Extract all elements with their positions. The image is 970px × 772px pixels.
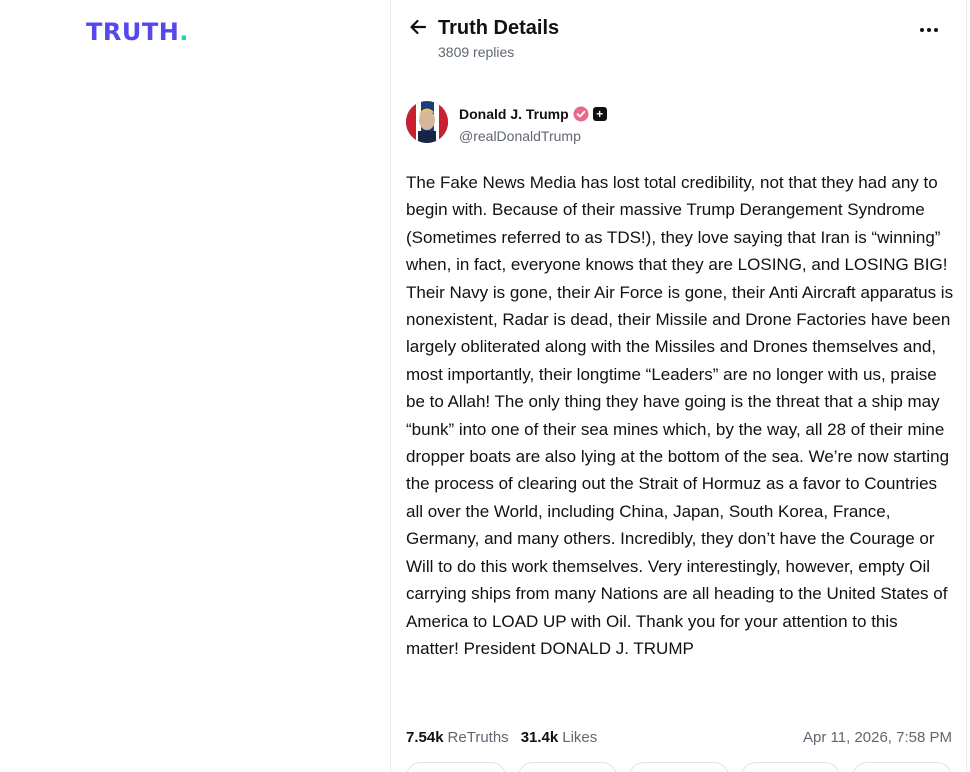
share-button[interactable] (740, 762, 841, 772)
retruths-label[interactable]: ReTruths (448, 729, 509, 746)
post-author: Donald J. Trump + @realDonaldTrump (406, 101, 706, 145)
like-button[interactable] (629, 762, 729, 772)
column-divider-right (966, 0, 967, 772)
reply-button[interactable] (406, 762, 506, 772)
ellipsis-dot (934, 28, 938, 32)
likes-label[interactable]: Likes (562, 729, 597, 746)
left-sidebar: TRUTH. (0, 0, 390, 772)
post-text: The Fake News Media has lost total credi… (406, 173, 954, 658)
logo-text: TRUTH (86, 18, 180, 46)
more-actions-button[interactable] (852, 762, 952, 772)
page-header: Truth Details 3809 replies (391, 0, 966, 80)
ellipsis-horizontal-icon (920, 28, 924, 32)
replies-count: 3809 replies (438, 44, 515, 60)
truth-details-panel: Truth Details 3809 replies Donald J. Tru… (391, 0, 966, 772)
plus-badge-icon: + (592, 107, 607, 121)
ellipsis-dot (927, 28, 931, 32)
verified-badge-icon (573, 106, 589, 122)
retruths-count[interactable]: 7.54k (406, 729, 444, 746)
avatar[interactable] (406, 101, 448, 143)
arrow-left-icon (410, 19, 427, 35)
author-name[interactable]: Donald J. Trump + (459, 106, 607, 122)
back-button[interactable] (407, 16, 429, 38)
logo-dot: . (179, 18, 189, 46)
author-name-text: Donald J. Trump (459, 106, 569, 122)
truth-logo[interactable]: TRUTH. (86, 18, 189, 46)
author-handle[interactable]: @realDonaldTrump (459, 128, 581, 144)
post-stats: 7.54k ReTruths 31.4k Likes Apr 11, 2026,… (406, 726, 952, 748)
retruth-button[interactable] (517, 762, 618, 772)
more-options-button[interactable] (915, 20, 943, 40)
post-timestamp: Apr 11, 2026, 7:58 PM (803, 728, 952, 746)
page-title: Truth Details (438, 17, 560, 39)
likes-count[interactable]: 31.4k (521, 729, 559, 746)
action-bar (406, 762, 952, 772)
avatar-image (406, 101, 448, 143)
